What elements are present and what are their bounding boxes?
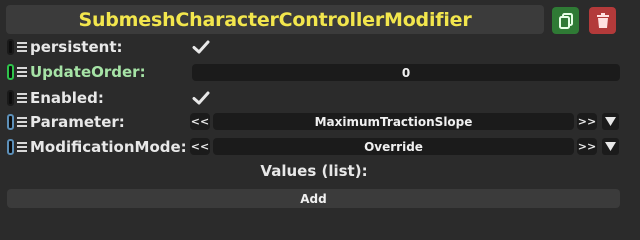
duplicate-button[interactable] — [552, 7, 579, 34]
parameter-next-button[interactable]: >> — [577, 113, 597, 130]
modification-mode-label: ModificationMode: — [30, 138, 187, 156]
trash-icon — [596, 12, 609, 28]
persistent-label: persistent: — [30, 38, 123, 56]
field-row-parameter: Parameter: << MaximumTractionSlope >> — [0, 111, 640, 133]
update-order-input[interactable]: 0 — [192, 64, 620, 81]
field-row-modification-mode: ModificationMode: << Override >> — [0, 136, 640, 158]
field-reference-icon[interactable] — [7, 64, 14, 80]
modification-mode-next-button[interactable]: >> — [577, 138, 597, 155]
parameter-dropdown-button[interactable] — [602, 113, 619, 130]
field-reference-icon[interactable] — [7, 139, 14, 155]
parameter-value[interactable]: MaximumTractionSlope — [213, 113, 574, 130]
component-header: SubmeshCharacterControllerModifier — [6, 5, 544, 34]
field-row-persistent: persistent: — [0, 36, 640, 58]
field-reference-icon[interactable] — [7, 90, 14, 106]
enabled-label: Enabled: — [30, 89, 104, 107]
drag-handle-icon[interactable] — [17, 93, 27, 103]
field-reference-icon[interactable] — [7, 114, 14, 130]
values-list-title: Values (list): — [260, 162, 368, 180]
update-order-label: UpdateOrder: — [30, 63, 146, 81]
drag-handle-icon[interactable] — [17, 117, 27, 127]
add-value-button[interactable]: Add — [7, 189, 620, 208]
parameter-prev-button[interactable]: << — [190, 113, 210, 130]
field-reference-icon[interactable] — [7, 39, 14, 55]
drag-handle-icon[interactable] — [17, 142, 27, 152]
modification-mode-prev-button[interactable]: << — [190, 138, 210, 155]
field-row-enabled: Enabled: — [0, 87, 640, 109]
component-title: SubmeshCharacterControllerModifier — [78, 8, 472, 31]
enabled-checkbox[interactable] — [192, 89, 210, 107]
field-row-update-order: UpdateOrder: 0 — [0, 61, 640, 83]
chevron-down-icon — [605, 142, 616, 151]
persistent-checkbox[interactable] — [192, 38, 210, 56]
chevron-down-icon — [605, 117, 616, 126]
parameter-label: Parameter: — [30, 113, 125, 131]
delete-button[interactable] — [589, 7, 616, 34]
drag-handle-icon[interactable] — [17, 67, 27, 77]
drag-handle-icon[interactable] — [17, 42, 27, 52]
copy-icon — [558, 12, 573, 29]
modification-mode-dropdown-button[interactable] — [602, 138, 619, 155]
component-panel: SubmeshCharacterControllerModifier persi… — [0, 0, 640, 215]
modification-mode-value[interactable]: Override — [213, 138, 574, 155]
